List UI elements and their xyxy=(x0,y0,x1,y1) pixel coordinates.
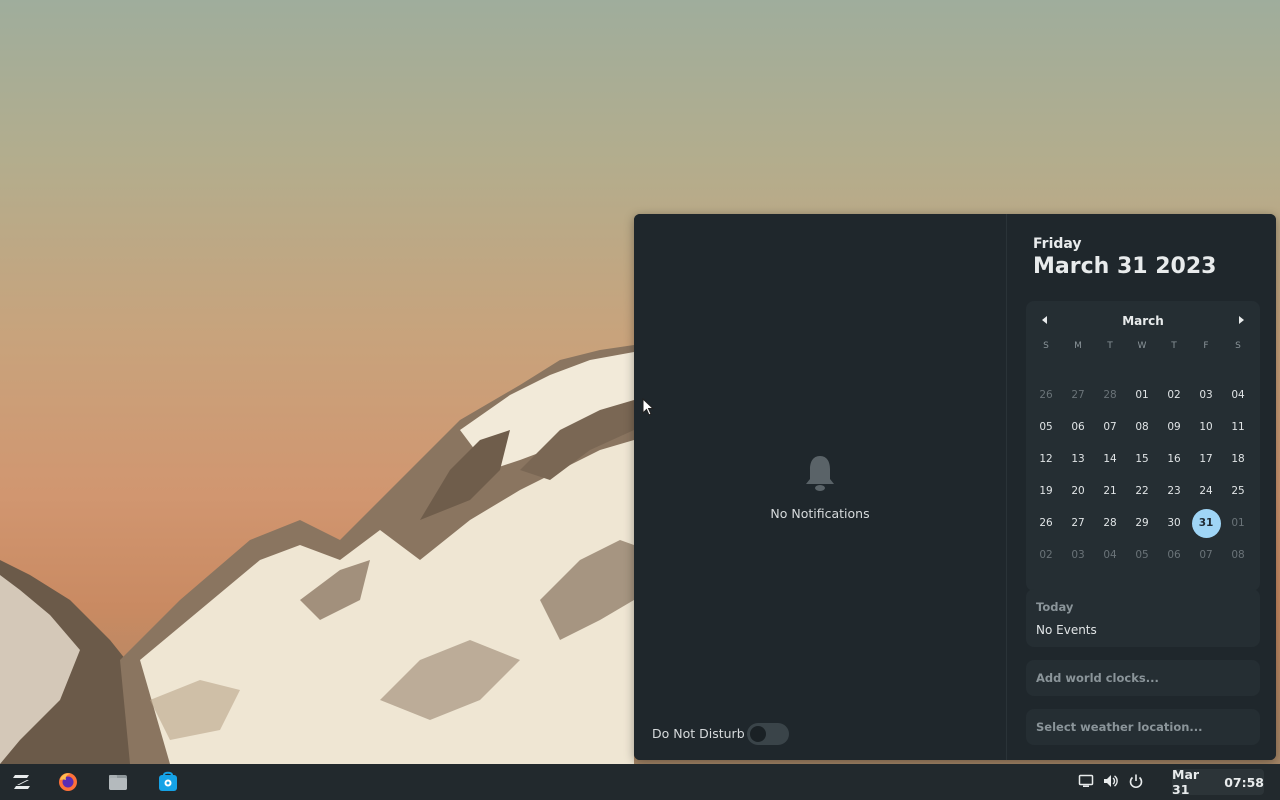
firefox-icon[interactable] xyxy=(55,770,81,794)
calendar-day[interactable]: 25 xyxy=(1222,475,1254,507)
weather-location-button[interactable]: Select weather location... xyxy=(1026,709,1260,745)
notification-calendar-panel: No Notifications Do Not Disturb Friday M… xyxy=(634,214,1276,760)
calendar-day-today[interactable]: 31 xyxy=(1190,507,1222,539)
calendar-day[interactable]: 04 xyxy=(1094,539,1126,571)
calendar-day[interactable]: 11 xyxy=(1222,411,1254,443)
display-icon[interactable] xyxy=(1078,773,1094,789)
calendar-day[interactable]: 08 xyxy=(1126,411,1158,443)
clock-time: 07:58 xyxy=(1224,774,1264,790)
calendar-week: 02 03 04 05 06 07 08 xyxy=(1030,539,1254,571)
software-store-icon[interactable] xyxy=(155,770,181,794)
do-not-disturb-toggle[interactable] xyxy=(747,723,789,745)
do-not-disturb-label: Do Not Disturb xyxy=(652,726,745,741)
calendar-day[interactable]: 01 xyxy=(1222,507,1254,539)
today-marker: 31 xyxy=(1191,508,1221,538)
calendar-day[interactable]: 28 xyxy=(1094,379,1126,411)
notifications-area: No Notifications Do Not Disturb xyxy=(634,214,1006,760)
calendar-day[interactable]: 06 xyxy=(1158,539,1190,571)
next-month-button[interactable] xyxy=(1235,314,1247,326)
toggle-knob xyxy=(750,726,766,742)
calendar-week: 19 20 21 22 23 24 25 xyxy=(1030,475,1254,507)
calendar-week: 26 27 28 29 30 31 01 xyxy=(1030,507,1254,539)
events-status: No Events xyxy=(1036,623,1097,637)
calendar-day[interactable]: 27 xyxy=(1062,507,1094,539)
calendar-day[interactable]: 29 xyxy=(1126,507,1158,539)
weekday-label: M xyxy=(1074,341,1082,351)
calendar-day[interactable]: 30 xyxy=(1158,507,1190,539)
calendar-sidebar: Friday March 31 2023 March S M T W T F S xyxy=(1007,214,1276,760)
calendar-week: 12 13 14 15 16 17 18 xyxy=(1030,443,1254,475)
weekday-heading: Friday xyxy=(1033,236,1082,252)
calendar-day[interactable]: 16 xyxy=(1158,443,1190,475)
calendar-day[interactable]: 23 xyxy=(1158,475,1190,507)
calendar-grid: 26 27 28 01 02 03 04 05 06 07 08 09 10 1… xyxy=(1030,379,1254,571)
taskbar: Mar 31 07:58 xyxy=(0,764,1280,800)
calendar-day[interactable]: 03 xyxy=(1062,539,1094,571)
volume-icon[interactable] xyxy=(1103,773,1119,789)
weekday-label: S xyxy=(1043,341,1049,351)
calendar-day[interactable]: 07 xyxy=(1190,539,1222,571)
power-icon[interactable] xyxy=(1128,773,1144,789)
files-icon[interactable] xyxy=(105,770,131,794)
weekday-label: F xyxy=(1203,341,1209,351)
world-clocks-button[interactable]: Add world clocks... xyxy=(1026,660,1260,696)
calendar-day[interactable]: 02 xyxy=(1158,379,1190,411)
zorin-menu-icon[interactable] xyxy=(9,770,35,794)
calendar-day[interactable]: 01 xyxy=(1126,379,1158,411)
calendar-day[interactable]: 15 xyxy=(1126,443,1158,475)
weekday-label: T xyxy=(1171,341,1177,351)
calendar-day[interactable]: 21 xyxy=(1094,475,1126,507)
weekday-label: W xyxy=(1137,341,1147,351)
calendar-day[interactable]: 04 xyxy=(1222,379,1254,411)
taskbar-clock[interactable]: Mar 31 07:58 xyxy=(1172,767,1264,797)
mouse-cursor-icon xyxy=(642,398,655,416)
weekday-row: S M T W T F S xyxy=(1030,341,1254,355)
world-clocks-label: Add world clocks... xyxy=(1036,671,1159,685)
calendar-week: 26 27 28 01 02 03 04 xyxy=(1030,379,1254,411)
calendar-day[interactable]: 18 xyxy=(1222,443,1254,475)
calendar-day[interactable]: 08 xyxy=(1222,539,1254,571)
calendar-day[interactable]: 26 xyxy=(1030,507,1062,539)
calendar-header: March xyxy=(1026,301,1260,339)
calendar-day[interactable]: 14 xyxy=(1094,443,1126,475)
calendar-day[interactable]: 12 xyxy=(1030,443,1062,475)
calendar-day[interactable]: 07 xyxy=(1094,411,1126,443)
no-notifications-label: No Notifications xyxy=(770,506,870,521)
calendar-day[interactable]: 02 xyxy=(1030,539,1062,571)
full-date-heading: March 31 2023 xyxy=(1033,254,1217,279)
calendar-day[interactable]: 05 xyxy=(1030,411,1062,443)
bell-icon xyxy=(806,456,834,491)
weekday-label: T xyxy=(1107,341,1113,351)
clock-date: Mar 31 xyxy=(1172,767,1200,797)
calendar-day[interactable]: 27 xyxy=(1062,379,1094,411)
calendar-day[interactable]: 17 xyxy=(1190,443,1222,475)
calendar-day[interactable]: 05 xyxy=(1126,539,1158,571)
calendar-month-label: March xyxy=(1122,314,1164,328)
calendar-day[interactable]: 26 xyxy=(1030,379,1062,411)
calendar-day[interactable]: 13 xyxy=(1062,443,1094,475)
calendar-day[interactable]: 09 xyxy=(1158,411,1190,443)
calendar-day[interactable]: 24 xyxy=(1190,475,1222,507)
calendar-day[interactable]: 28 xyxy=(1094,507,1126,539)
calendar-day[interactable]: 03 xyxy=(1190,379,1222,411)
events-heading: Today xyxy=(1036,600,1074,614)
calendar-day[interactable]: 20 xyxy=(1062,475,1094,507)
calendar-day[interactable]: 10 xyxy=(1190,411,1222,443)
calendar-day[interactable]: 19 xyxy=(1030,475,1062,507)
calendar-day[interactable]: 06 xyxy=(1062,411,1094,443)
weekday-label: S xyxy=(1235,341,1241,351)
calendar-widget: March S M T W T F S 26 27 28 01 02 03 04… xyxy=(1026,301,1260,591)
calendar-day[interactable]: 22 xyxy=(1126,475,1158,507)
calendar-week: 05 06 07 08 09 10 11 xyxy=(1030,411,1254,443)
events-card: Today No Events xyxy=(1026,589,1260,647)
weather-location-label: Select weather location... xyxy=(1036,720,1203,734)
